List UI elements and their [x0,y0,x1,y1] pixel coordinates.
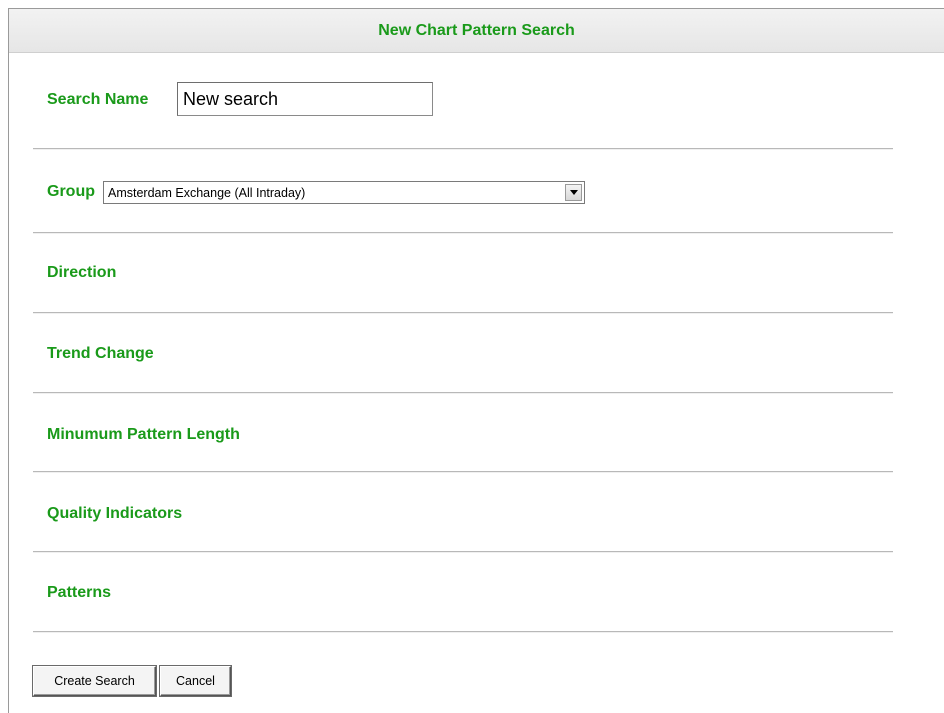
section-trend-change[interactable]: Trend Change [47,345,154,363]
chevron-down-icon[interactable] [565,184,582,201]
divider [33,551,893,553]
group-label: Group [47,183,95,200]
section-patterns[interactable]: Patterns [47,584,111,602]
cancel-button[interactable]: Cancel [160,666,231,696]
group-select-value: Amsterdam Exchange (All Intraday) [108,185,306,200]
dialog-header: New Chart Pattern Search [9,9,944,53]
divider [33,631,893,633]
search-name-input[interactable] [177,82,433,116]
divider [33,471,893,473]
dialog-title: New Chart Pattern Search [378,21,575,39]
section-direction[interactable]: Direction [47,264,116,282]
section-quality-indicators[interactable]: Quality Indicators [47,505,182,523]
divider [33,392,893,394]
section-minimum-pattern-length[interactable]: Minumum Pattern Length [47,426,240,444]
divider [33,148,893,150]
search-name-label: Search Name [47,91,149,108]
divider [33,232,893,234]
create-search-button[interactable]: Create Search [33,666,156,696]
chart-pattern-search-dialog: New Chart Pattern Search Search Name Gro… [8,8,944,713]
group-select[interactable]: Amsterdam Exchange (All Intraday) [103,181,585,204]
divider [33,312,893,314]
